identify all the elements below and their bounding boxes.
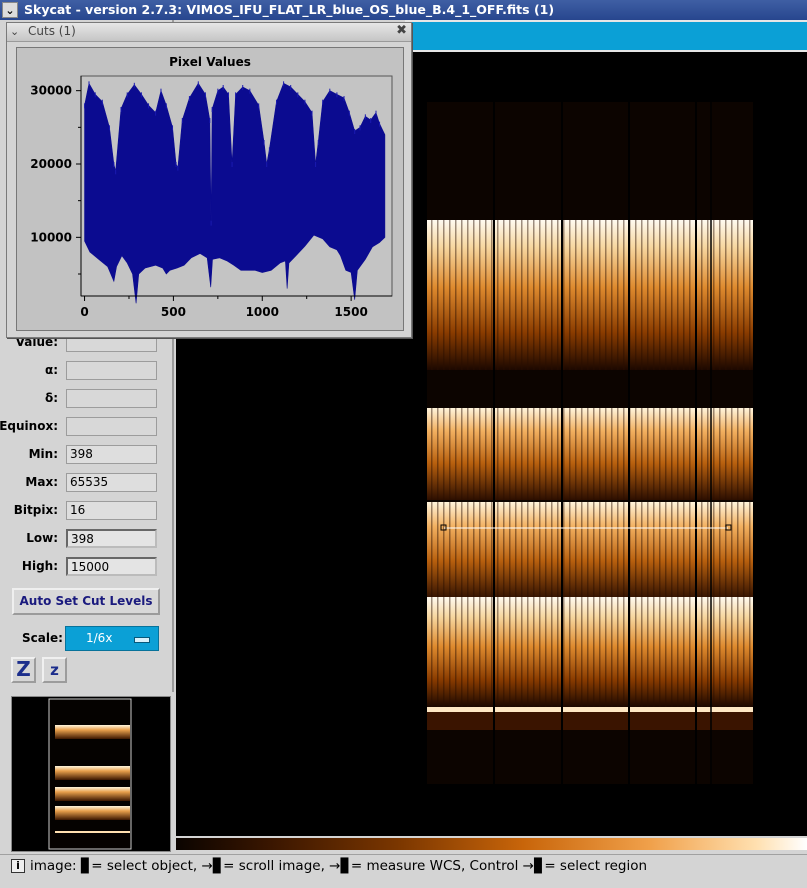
scale-menu-button[interactable]: 1/6x xyxy=(65,626,159,651)
plot-area: 0 500 1000 1500 10000 20000 30000 xyxy=(30,75,393,319)
field-dec: δ: xyxy=(0,389,170,409)
panner-band xyxy=(55,787,130,801)
toolbar-strip xyxy=(405,20,807,52)
panner-band xyxy=(55,831,130,833)
zoom-in-button[interactable]: Z xyxy=(11,657,36,683)
field-max: Max: 65535 xyxy=(0,473,170,493)
min-field: 398 xyxy=(66,445,157,464)
cuts-title: Cuts (1) xyxy=(28,24,76,38)
status-text: image: ▊= select object, →▊= scroll imag… xyxy=(30,858,648,874)
scale-value: 1/6x xyxy=(86,631,113,645)
panner-image xyxy=(48,698,132,850)
panner-band xyxy=(55,766,130,780)
y-tick-label: 30000 xyxy=(30,84,72,98)
ra-field xyxy=(66,361,157,380)
field-min: Min: 398 xyxy=(0,445,170,465)
cuts-title-bar[interactable]: ⌄ Cuts (1) ✖ xyxy=(7,23,411,42)
pixel-values-graph[interactable]: Pixel Values 0 500 1000 1500 10000 20000 30000 xyxy=(16,47,404,331)
spectra-stripes xyxy=(427,502,753,600)
colorbar-gradient xyxy=(176,838,807,850)
field-label: Low: xyxy=(26,531,58,545)
panner-band xyxy=(55,806,130,820)
panner-band xyxy=(55,725,130,739)
field-label: Max: xyxy=(25,475,58,489)
zoom-out-icon: z xyxy=(50,661,59,679)
x-tick-label: 1000 xyxy=(246,305,279,319)
field-label: Bitpix: xyxy=(13,503,58,517)
x-tick-label: 0 xyxy=(80,305,88,319)
dec-field xyxy=(66,389,157,408)
y-tick-label: 10000 xyxy=(30,230,72,244)
low-cut-input[interactable]: 398 xyxy=(66,529,157,548)
field-label: Min: xyxy=(28,447,58,461)
window-title-bar[interactable]: ⌄ Skycat - version 2.7.3: VIMOS_IFU_FLAT… xyxy=(0,0,807,20)
x-tick-label: 1500 xyxy=(334,305,367,319)
field-equinox: Equinox: xyxy=(0,417,170,437)
auto-set-cut-levels-button[interactable]: Auto Set Cut Levels xyxy=(12,588,160,615)
field-high: High: 15000 xyxy=(0,557,170,577)
zoom-out-button[interactable]: z xyxy=(42,657,67,683)
spectra-stripes xyxy=(427,408,753,500)
high-cut-input[interactable]: 15000 xyxy=(66,557,157,576)
max-field: 65535 xyxy=(66,473,157,492)
field-bitpix: Bitpix: 16 xyxy=(0,501,170,521)
zoom-in-icon: Z xyxy=(16,657,31,681)
cuts-menu-icon[interactable]: ⌄ xyxy=(10,25,19,38)
spectra-band xyxy=(427,712,753,730)
status-bar: i image: ▊= select object, →▊= scroll im… xyxy=(0,852,807,888)
cuts-dialog[interactable]: ⌄ Cuts (1) ✖ Pixel Values 0 500 1000 1500 10… xyxy=(6,22,412,338)
window-menu-button[interactable]: ⌄ xyxy=(2,2,18,18)
close-icon[interactable]: ✖ xyxy=(396,23,407,38)
scale-label: Scale: xyxy=(22,631,63,645)
field-label: δ: xyxy=(44,391,58,405)
field-low: Low: 398 xyxy=(0,529,170,549)
spectra-band xyxy=(427,707,753,712)
x-tick-label: 500 xyxy=(161,305,186,319)
toolbar-blue-band xyxy=(405,22,807,50)
field-label: High: xyxy=(21,559,58,573)
field-ra: α: xyxy=(0,361,170,381)
window-title: Skycat - version 2.7.3: VIMOS_IFU_FLAT_L… xyxy=(24,2,555,17)
spectra-stripes xyxy=(427,220,753,370)
status-divider xyxy=(0,854,807,855)
colorbar xyxy=(176,836,807,852)
panner-window[interactable] xyxy=(11,696,171,852)
option-menu-indicator-icon xyxy=(134,637,150,643)
y-tick-label: 20000 xyxy=(30,157,72,171)
info-icon: i xyxy=(11,859,25,873)
equinox-field xyxy=(66,417,157,436)
bitpix-field: 16 xyxy=(66,501,157,520)
field-label: α: xyxy=(44,363,58,377)
field-label: Equinox: xyxy=(0,419,58,433)
spectra-stripes xyxy=(427,597,753,707)
